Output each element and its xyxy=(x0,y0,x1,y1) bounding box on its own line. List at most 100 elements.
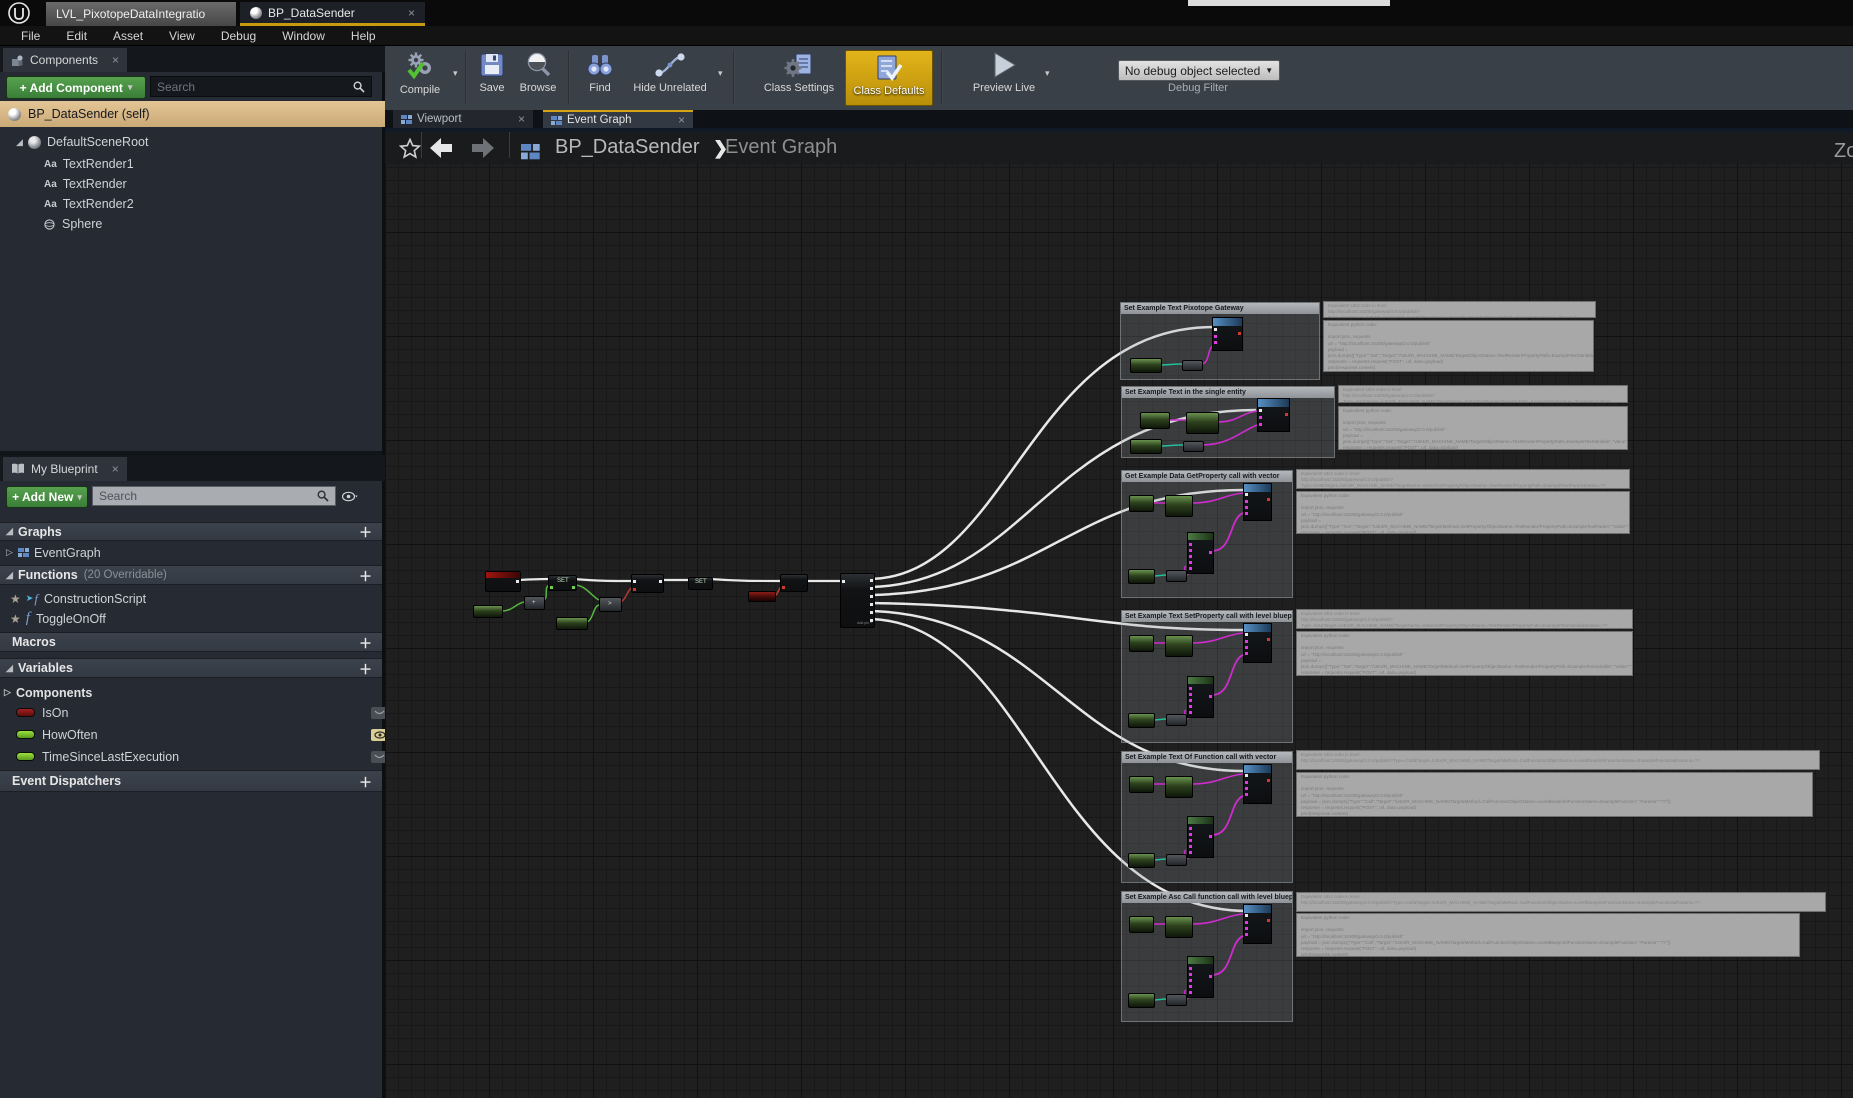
row-toggleonoff[interactable]: ★ f ToggleOnOff xyxy=(0,609,382,628)
node-get-variable[interactable] xyxy=(556,617,588,630)
node-set-2[interactable]: SET xyxy=(688,577,713,590)
data-pin[interactable] xyxy=(1189,693,1192,696)
note-ue4-code-row2[interactable]: Equivalent UE4 code in level http://loca… xyxy=(1338,385,1628,403)
data-pin[interactable] xyxy=(1245,646,1248,649)
node-make-struct[interactable] xyxy=(1187,816,1214,858)
data-pin[interactable] xyxy=(1189,973,1192,976)
node-get-variable[interactable] xyxy=(1129,495,1154,512)
section-macros[interactable]: Macros ＋ xyxy=(0,632,382,652)
exec-pin[interactable] xyxy=(1245,774,1248,777)
comment-box-row4[interactable]: Set Example Text SetProperty call with l… xyxy=(1121,610,1293,743)
menu-file[interactable]: File xyxy=(8,29,53,43)
expander-icon[interactable]: ◢ xyxy=(6,526,18,537)
node-add[interactable]: + xyxy=(524,596,545,610)
exec-pin[interactable] xyxy=(659,580,662,583)
node-get-variable[interactable] xyxy=(1165,776,1193,798)
browse-button[interactable]: Browse xyxy=(513,51,563,94)
row-variable-howoften[interactable]: HowOften xyxy=(0,725,398,744)
data-pin[interactable] xyxy=(1189,839,1192,842)
favorite-star-icon[interactable] xyxy=(399,138,421,159)
hide-unrelated-chevron-icon[interactable]: ▾ xyxy=(718,68,723,79)
data-pin[interactable] xyxy=(1267,638,1270,641)
node-get-variable[interactable] xyxy=(1128,853,1155,868)
add-graph-icon[interactable]: ＋ xyxy=(359,522,372,541)
expander-icon[interactable]: ▷ xyxy=(4,687,16,698)
section-event-dispatchers[interactable]: Event Dispatchers ＋ xyxy=(0,770,382,792)
add-macro-icon[interactable]: ＋ xyxy=(359,633,372,652)
data-pin[interactable] xyxy=(1267,779,1270,782)
condition-pin[interactable] xyxy=(633,588,636,591)
data-pin[interactable] xyxy=(1189,991,1192,994)
exec-pin[interactable] xyxy=(1245,493,1248,496)
node-convert[interactable] xyxy=(1166,994,1187,1006)
node-get-variable[interactable] xyxy=(1130,439,1162,454)
menu-asset[interactable]: Asset xyxy=(100,29,156,43)
visibility-filter-eye-icon[interactable] xyxy=(342,491,358,502)
exec-pin[interactable] xyxy=(870,579,873,582)
menu-window[interactable]: Window xyxy=(269,29,338,43)
node-make-struct[interactable] xyxy=(1187,956,1214,998)
add-event-dispatcher-icon[interactable]: ＋ xyxy=(359,772,372,791)
exec-pin[interactable] xyxy=(870,603,873,606)
exec-pin[interactable] xyxy=(516,580,519,583)
data-pin[interactable] xyxy=(782,586,785,589)
section-variables[interactable]: ◢ Variables ＋ xyxy=(0,658,382,678)
node-get-variable[interactable] xyxy=(1165,495,1193,517)
comment-box-row5[interactable]: Set Example Text Of Function call with v… xyxy=(1121,751,1293,883)
components-search-input[interactable]: Search xyxy=(150,76,372,97)
data-pin[interactable] xyxy=(1267,919,1270,922)
data-pin[interactable] xyxy=(1259,423,1262,426)
node-remote-call[interactable] xyxy=(1243,483,1272,521)
compile-button[interactable]: Compile xyxy=(389,51,451,96)
node-get-variable[interactable] xyxy=(1186,412,1219,434)
data-pin[interactable] xyxy=(1189,979,1192,982)
save-button[interactable]: Save xyxy=(473,51,511,94)
component-row-sphere[interactable]: Sphere xyxy=(0,214,426,234)
data-pin[interactable] xyxy=(1189,967,1192,970)
comment-box-row3[interactable]: Get Example Data GetProperty call with v… xyxy=(1121,470,1293,598)
data-pin[interactable] xyxy=(550,586,553,589)
exec-pin[interactable] xyxy=(633,580,636,583)
data-pin[interactable] xyxy=(1245,921,1248,924)
row-constructionscript[interactable]: ★ ➤ f ConstructionScript xyxy=(0,589,382,608)
add-function-icon[interactable]: ＋ xyxy=(359,566,372,585)
node-sequence[interactable]: Add pin + xyxy=(840,573,875,628)
data-pin[interactable] xyxy=(1189,567,1192,570)
node-convert[interactable] xyxy=(1166,570,1187,582)
components-tab-close-icon[interactable]: × xyxy=(98,53,119,67)
expander-icon[interactable]: ▷ xyxy=(6,547,18,558)
note-python-code-row2[interactable]: Equivalent python code: import json, req… xyxy=(1338,406,1628,450)
exec-pin[interactable] xyxy=(870,587,873,590)
data-pin[interactable] xyxy=(1285,413,1288,416)
tab-event-graph[interactable]: Event Graph × xyxy=(543,110,693,128)
node-get-variable[interactable] xyxy=(473,605,503,618)
expander-icon[interactable]: ◢ xyxy=(16,137,28,148)
data-pin[interactable] xyxy=(1189,699,1192,702)
node-convert[interactable] xyxy=(1166,714,1187,726)
compile-options-chevron-icon[interactable]: ▾ xyxy=(453,68,458,79)
node-get-variable[interactable] xyxy=(1128,993,1155,1008)
exec-pin[interactable] xyxy=(1245,633,1248,636)
node-get-variable[interactable] xyxy=(1128,569,1155,584)
component-row-textrender1[interactable]: Aa TextRender1 xyxy=(0,154,426,174)
component-row-textrender2[interactable]: Aa TextRender2 xyxy=(0,194,426,214)
forward-arrow-icon[interactable] xyxy=(471,137,495,159)
note-python-code-row3[interactable]: Equivalent python code: import json, req… xyxy=(1296,491,1630,534)
node-get-variable[interactable] xyxy=(1129,916,1154,933)
note-ue4-code-row1[interactable]: Equivalent UE4 code in level http://loca… xyxy=(1323,301,1596,318)
row-variable-ison[interactable]: IsOn xyxy=(0,703,398,722)
component-row-textrender[interactable]: Aa TextRender xyxy=(0,174,426,194)
data-pin[interactable] xyxy=(1245,787,1248,790)
node-remote-call[interactable] xyxy=(1243,764,1272,804)
comment-box-row1[interactable]: Set Example Text Pixotope Gateway xyxy=(1120,302,1320,380)
node-get-variable[interactable] xyxy=(1130,358,1162,373)
exec-pin[interactable] xyxy=(842,580,845,583)
node-get-variable[interactable] xyxy=(1165,635,1193,657)
node-make-struct[interactable] xyxy=(1187,532,1214,574)
data-pin[interactable] xyxy=(1189,833,1192,836)
class-defaults-button[interactable]: Class Defaults xyxy=(845,50,933,106)
breadcrumb-root[interactable]: BP_DataSender xyxy=(555,136,700,159)
data-pin[interactable] xyxy=(1245,793,1248,796)
row-variable-timesincelastexecution[interactable]: TimeSinceLastExecution xyxy=(0,747,398,766)
exec-pin[interactable] xyxy=(870,611,873,614)
